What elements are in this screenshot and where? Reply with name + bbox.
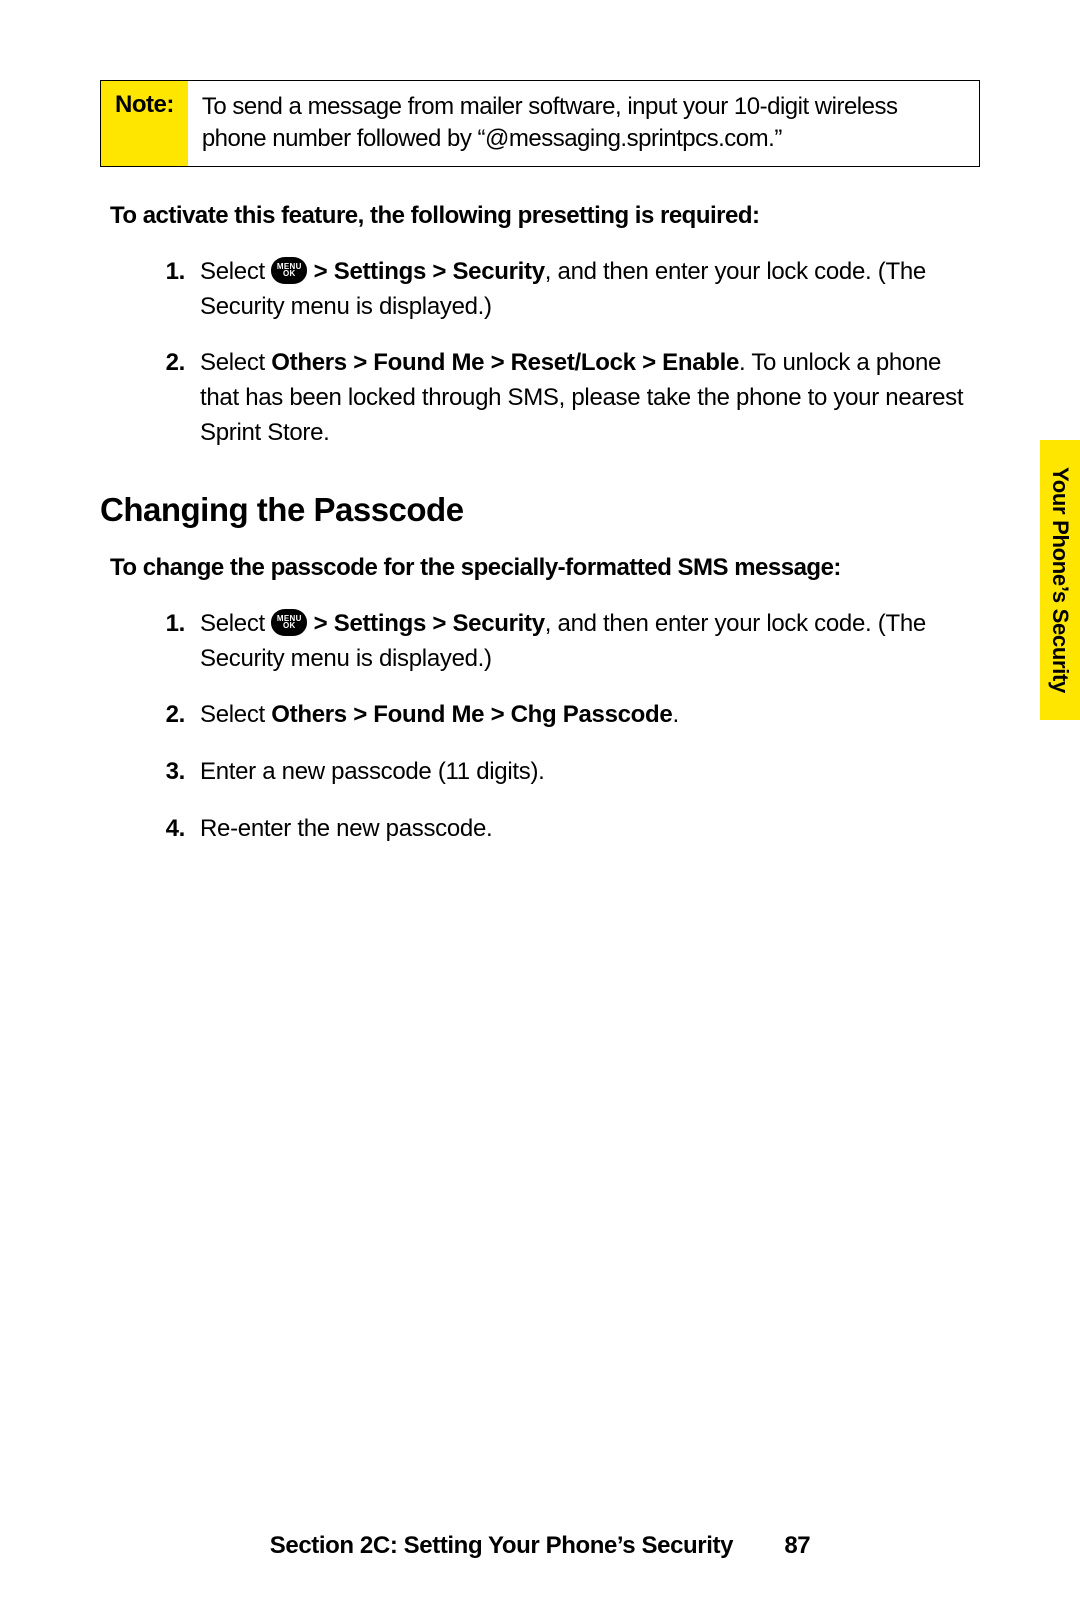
page-number: 87: [784, 1532, 810, 1559]
manual-page: Note: To send a message from mailer soft…: [0, 0, 1080, 1620]
step-path: > Settings > Security: [307, 258, 545, 285]
step-item: 2. Select Others > Found Me > Chg Passco…: [150, 698, 980, 733]
step-item: 3. Enter a new passcode (11 digits).: [150, 755, 980, 790]
step-number: 1.: [150, 255, 185, 325]
step-path: Others > Found Me > Chg Passcode: [271, 701, 672, 728]
step-path: Others > Found Me > Reset/Lock > Enable: [271, 349, 739, 376]
heading-changing-passcode: Changing the Passcode: [100, 491, 980, 529]
step-number: 2.: [150, 346, 185, 450]
note-box: Note: To send a message from mailer soft…: [100, 80, 980, 167]
step-text: .: [672, 701, 678, 728]
step-text: Select: [200, 349, 271, 376]
intro-activate: To activate this feature, the following …: [110, 202, 980, 230]
footer-section: Section 2C: Setting Your Phone’s Securit…: [270, 1532, 733, 1559]
note-text: To send a message from mailer software, …: [188, 81, 979, 166]
steps-change-passcode: 1. Select MENUOK > Settings > Security, …: [150, 607, 980, 847]
side-tab-label: Your Phone’s Security: [1047, 467, 1073, 693]
step-item: 4. Re-enter the new passcode.: [150, 812, 980, 847]
step-body: Select Others > Found Me > Chg Passcode.: [200, 698, 980, 733]
step-item: 2. Select Others > Found Me > Reset/Lock…: [150, 346, 980, 450]
step-body: Re-enter the new passcode.: [200, 812, 980, 847]
step-item: 1. Select MENUOK > Settings > Security, …: [150, 255, 980, 325]
step-body: Select MENUOK > Settings > Security, and…: [200, 607, 980, 677]
step-body: Select Others > Found Me > Reset/Lock > …: [200, 346, 980, 450]
step-path: > Settings > Security: [307, 610, 545, 637]
step-text: Select: [200, 258, 271, 285]
step-body: Enter a new passcode (11 digits).: [200, 755, 980, 790]
note-label: Note:: [101, 81, 188, 166]
step-number: 3.: [150, 755, 185, 790]
side-tab: Your Phone’s Security: [1040, 440, 1080, 720]
menu-ok-icon: MENUOK: [271, 609, 307, 636]
step-text: Select: [200, 610, 271, 637]
step-number: 4.: [150, 812, 185, 847]
step-text: Select: [200, 701, 271, 728]
step-body: Select MENUOK > Settings > Security, and…: [200, 255, 980, 325]
page-footer: Section 2C: Setting Your Phone’s Securit…: [0, 1532, 1080, 1560]
intro-change-passcode: To change the passcode for the specially…: [110, 554, 980, 582]
step-number: 2.: [150, 698, 185, 733]
steps-activate: 1. Select MENUOK > Settings > Security, …: [150, 255, 980, 451]
step-item: 1. Select MENUOK > Settings > Security, …: [150, 607, 980, 677]
step-number: 1.: [150, 607, 185, 677]
menu-ok-icon: MENUOK: [271, 257, 307, 284]
